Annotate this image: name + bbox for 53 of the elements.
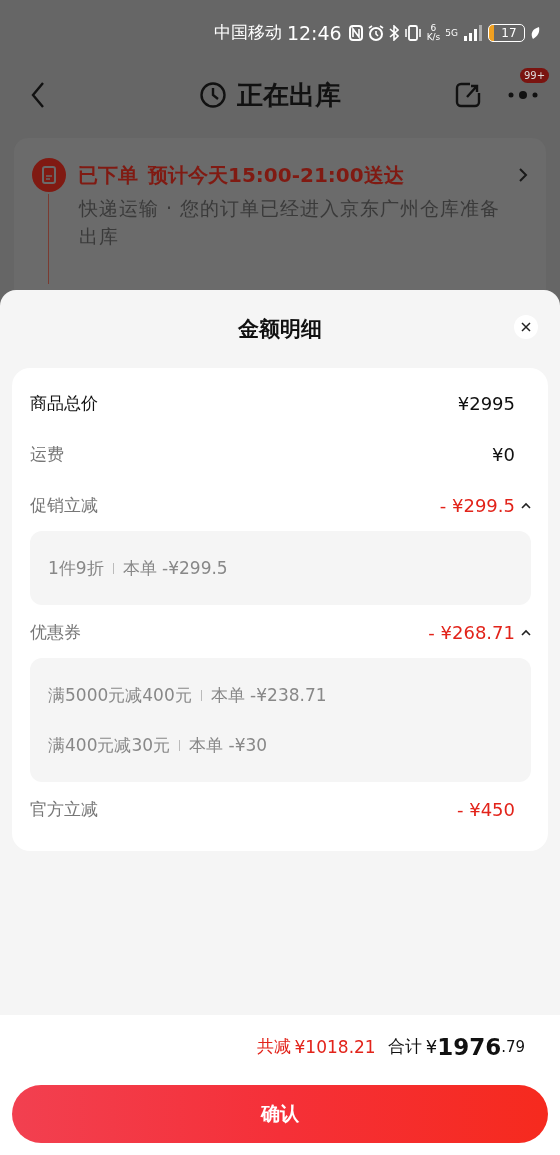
close-button[interactable] xyxy=(514,315,538,339)
price-label: 优惠券 xyxy=(30,621,81,644)
delivery-estimate: 预计今天15:00-21:00送达 xyxy=(148,161,405,189)
clock-icon xyxy=(199,81,227,109)
carrier-name: 中国移动 xyxy=(213,21,282,44)
close-icon xyxy=(521,322,531,332)
total-decimals: .79 xyxy=(501,1037,525,1056)
speed-value: 6 xyxy=(430,23,437,33)
saved-label: 共减 xyxy=(256,1035,291,1058)
price-label: 官方立减 xyxy=(30,798,98,821)
price-label: 运费 xyxy=(30,443,64,466)
share-icon[interactable] xyxy=(454,81,482,109)
chevron-up-icon[interactable] xyxy=(521,628,531,637)
price-label: 促销立减 xyxy=(30,494,98,517)
speed-unit: K/s xyxy=(426,32,441,42)
order-status: 已下单 xyxy=(78,161,138,189)
battery-level: 17 xyxy=(501,25,517,40)
chevron-up-icon[interactable] xyxy=(521,501,531,510)
price-amount: ¥0 xyxy=(492,444,515,465)
discount-value: 本单 -¥30 xyxy=(189,733,268,757)
separator xyxy=(179,739,181,751)
more-icon[interactable] xyxy=(508,90,538,100)
currency-sign: ¥ xyxy=(425,1036,438,1057)
price-amount: ¥2995 xyxy=(457,393,515,414)
confirm-button[interactable]: 确认 xyxy=(12,1085,548,1143)
chevron-right-icon[interactable] xyxy=(518,167,528,183)
nfc-icon xyxy=(348,24,363,41)
discount-name: 满400元减30元 xyxy=(48,733,171,757)
price-amount: - ¥450 xyxy=(456,799,515,820)
sheet-title: 金额明细 xyxy=(238,316,322,343)
discount-value: 本单 -¥299.5 xyxy=(122,556,228,580)
alarm-icon xyxy=(367,24,384,41)
separator xyxy=(112,562,114,574)
discount-name: 满5000元减400元 xyxy=(48,683,192,707)
clock-time: 12:46 xyxy=(286,21,342,44)
message-count-badge: 99+ xyxy=(520,68,550,83)
receipt-icon xyxy=(32,158,66,192)
page-title: 正在出库 xyxy=(237,78,341,112)
vibrate-icon xyxy=(403,24,422,41)
total-label: 合计 xyxy=(387,1035,422,1058)
price-amount: - ¥268.71 xyxy=(428,622,515,643)
saved-amount: ¥1018.21 xyxy=(294,1036,376,1057)
separator xyxy=(200,689,202,701)
leaf-icon xyxy=(530,25,540,40)
price-label: 商品总价 xyxy=(30,392,98,415)
price-amount: - ¥299.5 xyxy=(439,495,515,516)
total-amount: 1976 xyxy=(437,1033,502,1060)
signal-icon xyxy=(463,24,483,41)
discount-name: 1件9折 xyxy=(48,556,104,580)
back-icon[interactable] xyxy=(30,81,46,109)
bluetooth-icon xyxy=(388,24,399,41)
discount-value: 本单 -¥238.71 xyxy=(210,683,327,707)
network-type: 5G xyxy=(445,27,458,38)
